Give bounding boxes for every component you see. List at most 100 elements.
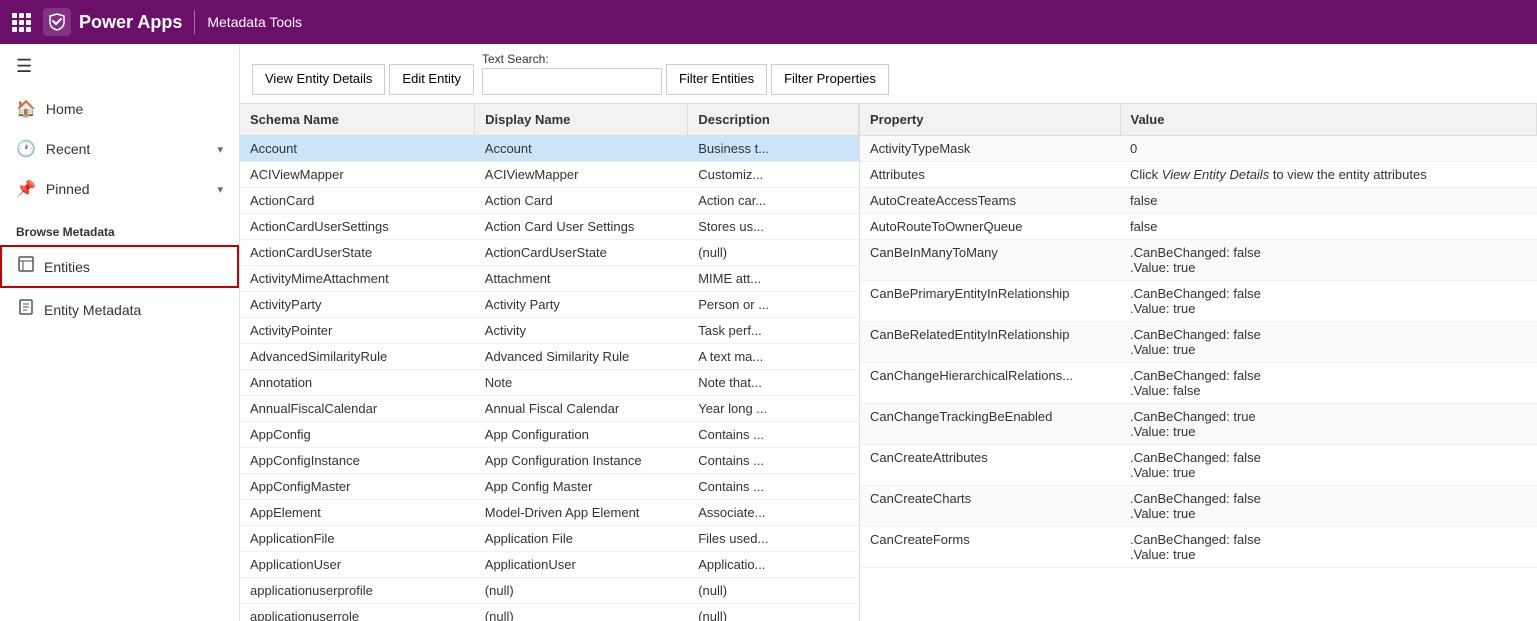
display-name-cell: App Config Master	[475, 474, 688, 500]
description-cell: Contains ...	[688, 422, 859, 448]
entities-icon	[18, 256, 34, 277]
property-row: CanBeInManyToMany .CanBeChanged: false.V…	[860, 240, 1537, 281]
table-row[interactable]: ApplicationFile Application File Files u…	[240, 526, 859, 552]
view-entity-details-button[interactable]: View Entity Details	[252, 64, 385, 95]
display-name-cell: Account	[475, 136, 688, 162]
table-row[interactable]: AppConfigMaster App Config Master Contai…	[240, 474, 859, 500]
sidebar-item-entity-metadata[interactable]: Entity Metadata	[0, 288, 239, 331]
display-name-cell: Application File	[475, 526, 688, 552]
property-row: ActivityTypeMask 0	[860, 136, 1537, 162]
search-container: Text Search:	[482, 52, 662, 95]
property-name-cell: CanBeInManyToMany	[860, 240, 1120, 281]
table-row[interactable]: Account Account Business t...	[240, 136, 859, 162]
tables-area: Schema Name Display Name Description Acc…	[240, 104, 1537, 621]
property-row: CanCreateForms .CanBeChanged: false.Valu…	[860, 527, 1537, 568]
description-cell: MIME att...	[688, 266, 859, 292]
property-name-cell: CanChangeHierarchicalRelations...	[860, 363, 1120, 404]
display-name-cell: Attachment	[475, 266, 688, 292]
table-row[interactable]: ApplicationUser ApplicationUser Applicat…	[240, 552, 859, 578]
schema-name-header: Schema Name	[240, 104, 475, 136]
table-row[interactable]: Annotation Note Note that...	[240, 370, 859, 396]
schema-name-cell: ApplicationUser	[240, 552, 475, 578]
property-value-cell: .CanBeChanged: false.Value: true	[1120, 445, 1537, 486]
property-name-cell: CanChangeTrackingBeEnabled	[860, 404, 1120, 445]
table-row[interactable]: applicationuserrole (null) (null)	[240, 604, 859, 621]
table-row[interactable]: ActivityParty Activity Party Person or .…	[240, 292, 859, 318]
powerapps-logo-icon	[43, 8, 71, 36]
schema-name-cell: ApplicationFile	[240, 526, 475, 552]
schema-name-cell: ActionCardUserSettings	[240, 214, 475, 240]
table-row[interactable]: AppConfigInstance App Configuration Inst…	[240, 448, 859, 474]
home-icon: 🏠	[16, 99, 36, 119]
table-row[interactable]: ACIViewMapper ACIViewMapper Customiz...	[240, 162, 859, 188]
sidebar-pinned-label: Pinned	[46, 181, 90, 197]
property-value-cell: false	[1120, 188, 1537, 214]
schema-name-cell: AppElement	[240, 500, 475, 526]
sidebar-item-recent[interactable]: 🕐 Recent ▾	[0, 129, 239, 169]
filter-entities-button[interactable]: Filter Entities	[666, 64, 767, 95]
table-row[interactable]: AppConfig App Configuration Contains ...	[240, 422, 859, 448]
entity-metadata-icon	[18, 299, 34, 320]
table-row[interactable]: ActionCard Action Card Action car...	[240, 188, 859, 214]
entity-table-body: Account Account Business t... ACIViewMap…	[240, 136, 859, 621]
display-name-cell: Advanced Similarity Rule	[475, 344, 688, 370]
property-value-cell: false	[1120, 214, 1537, 240]
sidebar-recent-label: Recent	[46, 141, 90, 157]
description-cell: Action car...	[688, 188, 859, 214]
property-value-cell: .CanBeChanged: false.Value: true	[1120, 527, 1537, 568]
property-value-cell: .CanBeChanged: false.Value: true	[1120, 281, 1537, 322]
property-row: CanBePrimaryEntityInRelationship .CanBeC…	[860, 281, 1537, 322]
apps-grid-icon[interactable]	[12, 13, 31, 32]
property-value-cell: .CanBeChanged: false.Value: true	[1120, 240, 1537, 281]
hamburger-menu[interactable]: ☰	[0, 44, 239, 89]
property-name-cell: CanCreateAttributes	[860, 445, 1120, 486]
app-name: Power Apps	[79, 12, 182, 33]
recent-icon: 🕐	[16, 139, 36, 159]
property-header: Property	[860, 104, 1120, 136]
display-name-cell: (null)	[475, 604, 688, 621]
table-row[interactable]: AppElement Model-Driven App Element Asso…	[240, 500, 859, 526]
search-input[interactable]	[482, 68, 662, 95]
schema-name-cell: applicationuserrole	[240, 604, 475, 621]
table-row[interactable]: applicationuserprofile (null) (null)	[240, 578, 859, 604]
property-row: AutoRouteToOwnerQueue false	[860, 214, 1537, 240]
chevron-down-icon: ▾	[217, 143, 223, 156]
sidebar: ☰ 🏠 Home 🕐 Recent ▾ 📌 Pinned ▾ Browse Me…	[0, 44, 240, 621]
property-value-cell: .CanBeChanged: false.Value: false	[1120, 363, 1537, 404]
property-name-cell: CanCreateCharts	[860, 486, 1120, 527]
schema-name-cell: AnnualFiscalCalendar	[240, 396, 475, 422]
display-name-cell: App Configuration Instance	[475, 448, 688, 474]
topbar-divider	[194, 10, 195, 34]
display-name-cell: Activity Party	[475, 292, 688, 318]
entity-list-scroll[interactable]: Account Account Business t... ACIViewMap…	[240, 136, 859, 621]
display-name-cell: Action Card	[475, 188, 688, 214]
display-name-cell: ActionCardUserState	[475, 240, 688, 266]
table-row[interactable]: ActionCardUserState ActionCardUserState …	[240, 240, 859, 266]
entity-table: Schema Name Display Name Description	[240, 104, 859, 136]
table-row[interactable]: ActionCardUserSettings Action Card User …	[240, 214, 859, 240]
section-name: Metadata Tools	[207, 14, 302, 30]
property-value-cell: .CanBeChanged: false.Value: true	[1120, 322, 1537, 363]
schema-name-cell: AdvancedSimilarityRule	[240, 344, 475, 370]
property-row: Attributes Click View Entity Details to …	[860, 162, 1537, 188]
edit-entity-button[interactable]: Edit Entity	[389, 64, 474, 95]
schema-name-cell: applicationuserprofile	[240, 578, 475, 604]
description-cell: Files used...	[688, 526, 859, 552]
table-row[interactable]: AnnualFiscalCalendar Annual Fiscal Calen…	[240, 396, 859, 422]
property-row: CanChangeTrackingBeEnabled .CanBeChanged…	[860, 404, 1537, 445]
table-row[interactable]: AdvancedSimilarityRule Advanced Similari…	[240, 344, 859, 370]
table-row[interactable]: ActivityPointer Activity Task perf...	[240, 318, 859, 344]
sidebar-item-pinned[interactable]: 📌 Pinned ▾	[0, 169, 239, 209]
description-cell: Business t...	[688, 136, 859, 162]
sidebar-item-home[interactable]: 🏠 Home	[0, 89, 239, 129]
property-value-cell: .CanBeChanged: false.Value: true	[1120, 486, 1537, 527]
schema-name-cell: Annotation	[240, 370, 475, 396]
app-logo: Power Apps	[43, 8, 182, 36]
table-row[interactable]: ActivityMimeAttachment Attachment MIME a…	[240, 266, 859, 292]
properties-scroll[interactable]: ActivityTypeMask 0 Attributes Click View…	[860, 136, 1537, 621]
property-row: CanCreateCharts .CanBeChanged: false.Val…	[860, 486, 1537, 527]
filter-properties-button[interactable]: Filter Properties	[771, 64, 889, 95]
sidebar-item-entities[interactable]: Entities	[0, 245, 239, 288]
pinned-icon: 📌	[16, 179, 36, 199]
entity-list: Schema Name Display Name Description Acc…	[240, 104, 860, 621]
